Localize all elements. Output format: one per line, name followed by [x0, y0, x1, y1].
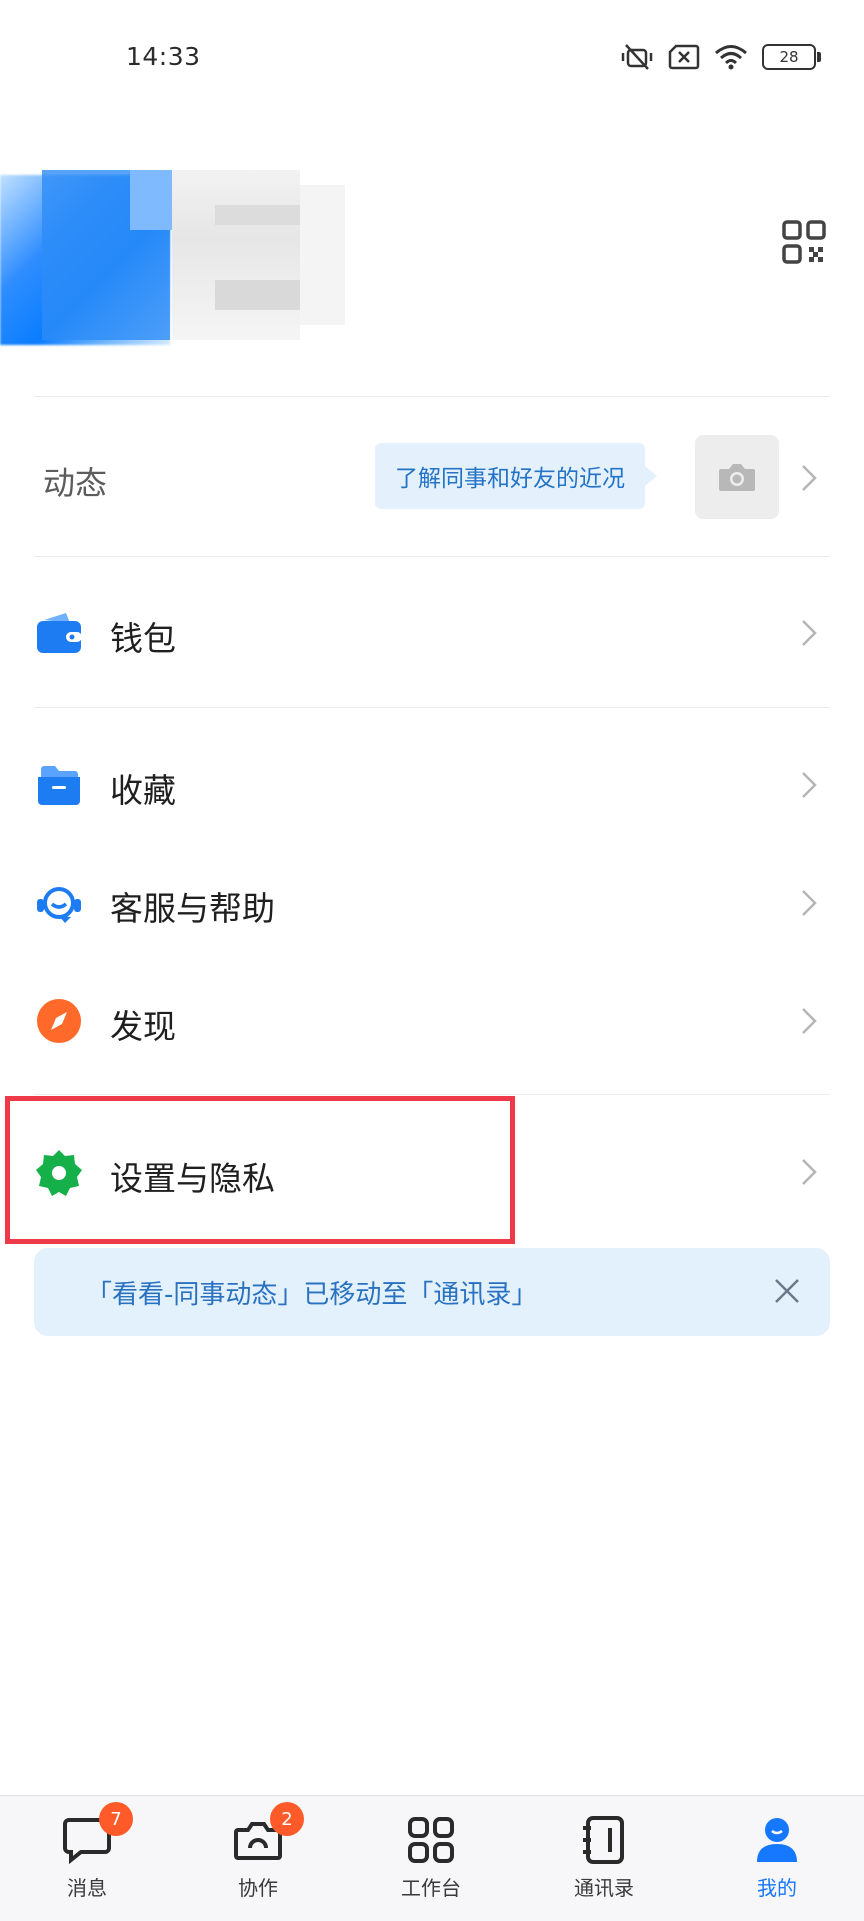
contacts-book-icon [578, 1814, 630, 1866]
notice-text: 「看看-同事动态」已移动至「通讯录」 [86, 1279, 538, 1310]
divider [34, 556, 830, 557]
divider [34, 1094, 830, 1095]
divider [34, 707, 830, 708]
feed-label: 动态 [43, 464, 108, 502]
bottom-tab-bar: 7 消息 2 协作 工作台 通讯录 我的 [0, 1795, 864, 1921]
unread-badge: 7 [99, 1802, 133, 1836]
chevron-right-icon [802, 1008, 817, 1034]
profile-header[interactable] [0, 170, 400, 345]
profile-icon [751, 1814, 803, 1866]
menu-item-label: 钱包 [110, 619, 176, 658]
menu-item-label: 收藏 [110, 771, 176, 810]
chevron-right-icon [802, 1159, 817, 1185]
tab-me[interactable]: 我的 [727, 1814, 827, 1901]
folder-icon [34, 760, 84, 810]
compass-icon [34, 996, 84, 1046]
chevron-right-icon [802, 465, 817, 491]
wallet-icon [34, 608, 84, 658]
unread-badge: 2 [270, 1802, 304, 1836]
tab-label: 通讯录 [574, 1876, 634, 1900]
feed-tooltip: 了解同事和好友的近况 [375, 443, 657, 509]
tab-label: 我的 [757, 1876, 797, 1900]
notice-banner: 「看看-同事动态」已移动至「通讯录」 [34, 1248, 830, 1336]
tab-workbench[interactable]: 工作台 [381, 1814, 481, 1901]
collaboration-icon: 2 [232, 1802, 304, 1866]
chevron-right-icon [802, 772, 817, 798]
tab-label: 协作 [238, 1876, 278, 1900]
battery-level: 28 [779, 48, 799, 66]
tab-messages[interactable]: 7 消息 [37, 1802, 137, 1901]
wifi-icon [715, 45, 747, 70]
no-sim-icon [668, 44, 700, 70]
mute-vibrate-icon [621, 44, 653, 70]
highlight-box [5, 1096, 515, 1244]
grid-icon [405, 1814, 457, 1866]
menu-item-label: 发现 [110, 1007, 176, 1046]
message-icon: 7 [61, 1802, 133, 1866]
chevron-right-icon [802, 620, 817, 646]
qr-code-icon[interactable] [782, 220, 826, 264]
tab-label: 工作台 [401, 1876, 461, 1900]
tab-contacts[interactable]: 通讯录 [554, 1814, 654, 1901]
battery-indicator: 28 [762, 44, 821, 70]
status-icons: 28 [620, 42, 821, 72]
chevron-right-icon [802, 890, 817, 916]
camera-icon[interactable] [695, 435, 779, 519]
tab-collaboration[interactable]: 2 协作 [208, 1802, 308, 1901]
close-icon[interactable] [772, 1276, 802, 1306]
customer-service-icon [34, 878, 84, 928]
divider [34, 396, 830, 397]
tab-label: 消息 [67, 1876, 107, 1900]
status-time: 14:33 [126, 42, 201, 71]
menu-item-label: 客服与帮助 [110, 889, 275, 928]
